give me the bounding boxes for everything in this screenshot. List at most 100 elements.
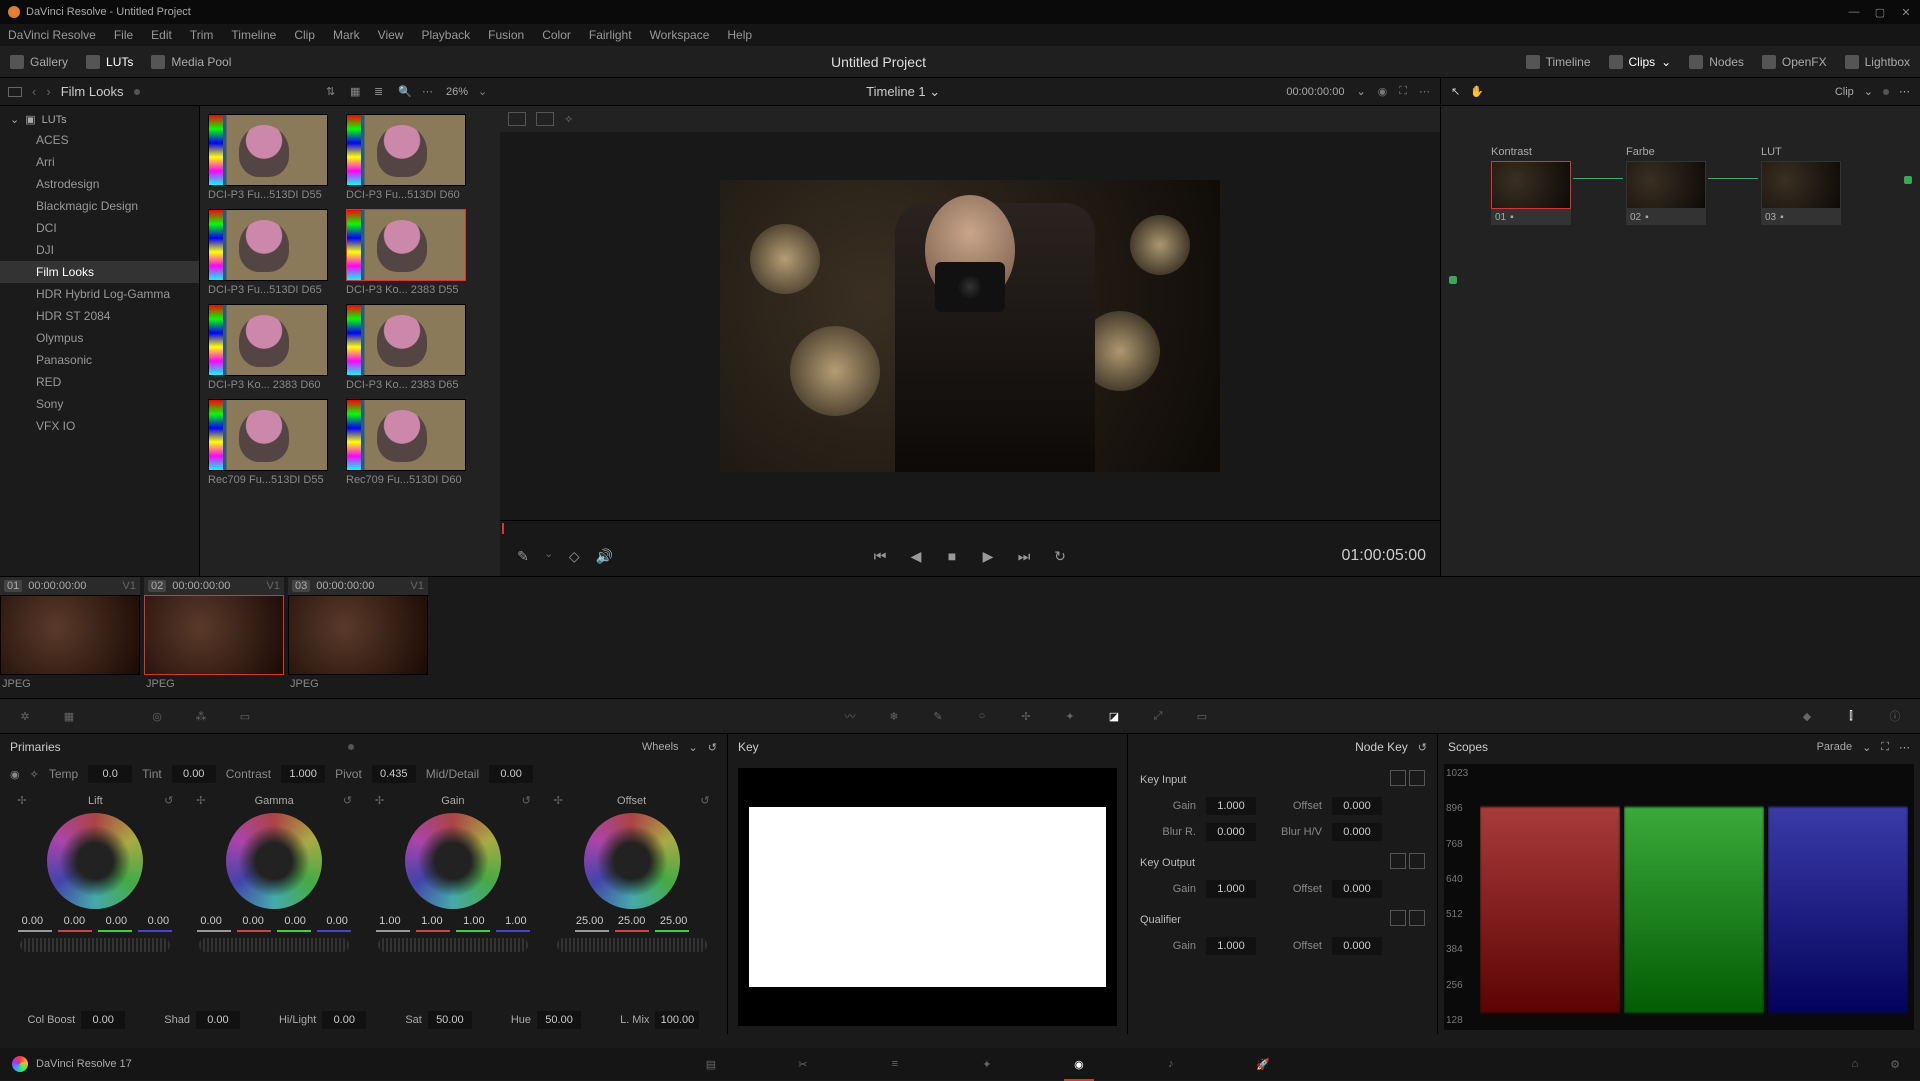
color-match-icon[interactable]: ▦ bbox=[58, 705, 80, 727]
invert-toggle[interactable] bbox=[1409, 910, 1425, 926]
options-icon[interactable]: ⋯ bbox=[1419, 85, 1430, 98]
pointer-icon[interactable]: ↖ bbox=[1451, 85, 1460, 98]
menu-help[interactable]: Help bbox=[727, 28, 752, 42]
image-wipe-icon[interactable] bbox=[508, 112, 526, 126]
menu-color[interactable]: Color bbox=[542, 28, 571, 42]
play-button[interactable]: ▶ bbox=[979, 547, 997, 565]
zoom-chevron-icon[interactable]: ⌄ bbox=[478, 85, 492, 99]
key-icon[interactable]: ◪ bbox=[1103, 705, 1125, 727]
prim-hilight[interactable]: 0.00 bbox=[322, 1011, 366, 1029]
nk-offset[interactable]: 0.000 bbox=[1332, 937, 1382, 955]
scopes-mode[interactable]: Parade bbox=[1817, 741, 1852, 753]
keyframes-icon[interactable]: ◆ bbox=[1796, 705, 1818, 727]
sizing-icon[interactable]: ⤢ bbox=[1147, 705, 1169, 727]
prim-sat[interactable]: 50.00 bbox=[428, 1011, 472, 1029]
prev-clip-button[interactable]: ⏮ bbox=[871, 547, 889, 565]
menu-edit[interactable]: Edit bbox=[151, 28, 172, 42]
list-view-icon[interactable]: ≣ bbox=[374, 85, 388, 99]
magic-mask-icon[interactable]: ✦ bbox=[1059, 705, 1081, 727]
panel-toggle-icon[interactable] bbox=[8, 87, 22, 97]
lut-folder-dji[interactable]: DJI bbox=[0, 239, 199, 261]
pagebar-nodes[interactable]: Nodes bbox=[1689, 55, 1744, 69]
adjust-tint[interactable]: 0.00 bbox=[172, 765, 216, 783]
chevron-down-icon[interactable]: ⌄ bbox=[929, 84, 940, 99]
pan-icon[interactable]: ✋ bbox=[1470, 85, 1484, 98]
jog-offset[interactable] bbox=[557, 938, 707, 952]
expand-icon[interactable]: ⛶ bbox=[1881, 741, 1889, 754]
lut-folder-red[interactable]: RED bbox=[0, 371, 199, 393]
page-deliver[interactable]: 🚀 bbox=[1252, 1053, 1274, 1075]
render-cache-icon[interactable]: ◉ bbox=[1378, 85, 1388, 98]
viewer-timecode[interactable]: 01:00:05:00 bbox=[1341, 547, 1426, 565]
page-media[interactable]: ▤ bbox=[700, 1053, 722, 1075]
lut-folder-panasonic[interactable]: Panasonic bbox=[0, 349, 199, 371]
invert-toggle[interactable] bbox=[1409, 853, 1425, 869]
timeline-name[interactable]: Timeline 1 bbox=[866, 84, 925, 99]
scopes-icon[interactable]: ⫿ bbox=[1840, 705, 1862, 727]
pagebar-lightbox[interactable]: Lightbox bbox=[1845, 55, 1910, 69]
lut-folder-hdr-hybrid-log-gamma[interactable]: HDR Hybrid Log-Gamma bbox=[0, 283, 199, 305]
lut-item[interactable]: DCI-P3 Ko... 2383 D65 bbox=[346, 304, 466, 391]
3d-icon[interactable]: ▭ bbox=[1191, 705, 1213, 727]
lut-item[interactable]: Rec709 Fu...513DI D60 bbox=[346, 399, 466, 486]
picker-icon[interactable]: ✢ bbox=[554, 794, 563, 807]
nav-fwd-icon[interactable]: › bbox=[46, 84, 50, 99]
chevron-down-icon[interactable]: ⌄ bbox=[544, 547, 553, 565]
motion-effects-icon[interactable]: ▭ bbox=[234, 705, 256, 727]
highlight-icon[interactable]: ✧ bbox=[564, 113, 573, 126]
node-02[interactable]: Farbe02▪ bbox=[1626, 146, 1706, 225]
options-icon[interactable]: ⋯ bbox=[1899, 741, 1910, 754]
menu-timeline[interactable]: Timeline bbox=[231, 28, 276, 42]
close-button[interactable]: ✕ bbox=[1900, 6, 1912, 18]
lut-folder-vfx-io[interactable]: VFX IO bbox=[0, 415, 199, 437]
menu-clip[interactable]: Clip bbox=[294, 28, 315, 42]
jog-gain[interactable] bbox=[378, 938, 528, 952]
step-back-button[interactable]: ◀ bbox=[907, 547, 925, 565]
lut-item[interactable]: DCI-P3 Fu...513DI D65 bbox=[208, 209, 328, 296]
settings-icon[interactable]: ⚙ bbox=[1884, 1053, 1906, 1075]
nk-offset[interactable]: 0.000 bbox=[1332, 880, 1382, 898]
reset-icon[interactable]: ↺ bbox=[343, 794, 352, 807]
chevron-down-icon[interactable]: ⌄ bbox=[1864, 85, 1873, 98]
sort-icon[interactable]: ⇅ bbox=[326, 85, 340, 99]
reset-icon[interactable]: ↺ bbox=[522, 794, 531, 807]
reset-icon[interactable]: ↺ bbox=[164, 794, 173, 807]
hdr-wheels-icon[interactable]: ◎ bbox=[146, 705, 168, 727]
adjust-contrast[interactable]: 1.000 bbox=[281, 765, 325, 783]
pagebar-openfx[interactable]: OpenFX bbox=[1762, 55, 1827, 69]
matte-toggle[interactable] bbox=[1390, 853, 1406, 869]
clip-02[interactable]: 0200:00:00:00V1JPEG bbox=[144, 577, 284, 698]
menu-fairlight[interactable]: Fairlight bbox=[589, 28, 632, 42]
key-preview[interactable] bbox=[738, 768, 1117, 1026]
chevron-down-icon[interactable]: ⌄ bbox=[1356, 85, 1365, 98]
window-icon[interactable]: ○ bbox=[971, 705, 993, 727]
lut-folder-olympus[interactable]: Olympus bbox=[0, 327, 199, 349]
lut-item[interactable]: DCI-P3 Ko... 2383 D60 bbox=[208, 304, 328, 391]
menu-view[interactable]: View bbox=[378, 28, 404, 42]
lut-folder-film-looks[interactable]: Film Looks bbox=[0, 261, 199, 283]
loop-button[interactable]: ↻ bbox=[1051, 547, 1069, 565]
stop-button[interactable]: ■ bbox=[943, 547, 961, 565]
primaries-mode[interactable]: Wheels bbox=[642, 741, 679, 753]
prim-lmix[interactable]: 100.00 bbox=[655, 1011, 699, 1029]
jog-lift[interactable] bbox=[20, 938, 170, 952]
page-fairlight[interactable]: ♪ bbox=[1160, 1053, 1182, 1075]
options-icon[interactable]: ⋯ bbox=[1899, 85, 1910, 98]
curves-icon[interactable]: 〰 bbox=[839, 705, 861, 727]
expand-icon[interactable]: ⛶ bbox=[1399, 85, 1407, 98]
lut-folder-dci[interactable]: DCI bbox=[0, 217, 199, 239]
lut-item[interactable]: DCI-P3 Fu...513DI D55 bbox=[208, 114, 328, 201]
qualifier-picker-icon[interactable]: ✎ bbox=[514, 547, 532, 565]
lut-item[interactable]: DCI-P3 Fu...513DI D60 bbox=[346, 114, 466, 201]
unmix-icon[interactable]: ◇ bbox=[565, 547, 583, 565]
node-03[interactable]: LUT03▪ bbox=[1761, 146, 1841, 225]
lut-folder-aces[interactable]: ACES bbox=[0, 129, 199, 151]
page-fusion[interactable]: ✦ bbox=[976, 1053, 998, 1075]
adjust-temp[interactable]: 0.0 bbox=[88, 765, 132, 783]
invert-toggle[interactable] bbox=[1409, 770, 1425, 786]
auto-balance-icon[interactable]: ✧ bbox=[30, 768, 39, 781]
adjust-middetail[interactable]: 0.00 bbox=[489, 765, 533, 783]
menu-playback[interactable]: Playback bbox=[421, 28, 470, 42]
reset-icon[interactable]: ↺ bbox=[700, 794, 709, 807]
viewer-zoom[interactable]: 26% bbox=[446, 86, 468, 98]
